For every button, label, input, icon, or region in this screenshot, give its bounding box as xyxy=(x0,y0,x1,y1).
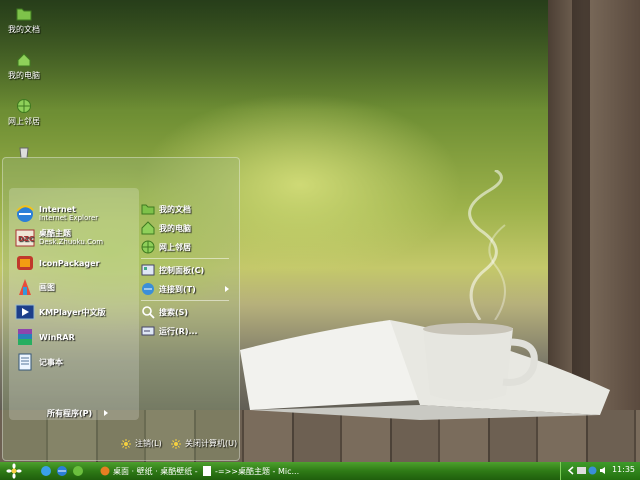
menu-item-title: WinRAR xyxy=(39,332,75,342)
desktop-icon-my-computer[interactable]: 我的电脑 xyxy=(0,52,54,81)
kmplayer-icon xyxy=(15,304,35,320)
start-button[interactable] xyxy=(4,463,24,479)
winrar-icon xyxy=(18,329,32,345)
menu-item-label: 控制面板(C) xyxy=(159,265,205,275)
all-programs-label: 所有程序(P) xyxy=(47,409,93,418)
steam-image xyxy=(468,170,506,320)
all-programs-arrow-icon xyxy=(104,410,108,416)
menu-item-network[interactable]: 网上邻居 xyxy=(141,240,191,254)
run-icon xyxy=(141,326,155,336)
menu-item-title: 桌酷主题 xyxy=(39,229,71,238)
menu-item-my-computer[interactable]: 我的电脑 xyxy=(141,221,191,235)
shutdown-icon xyxy=(171,438,181,449)
shutdown-label: 关闭计算机(U) xyxy=(185,439,238,448)
menu-item-title: 画图 xyxy=(39,282,55,292)
menu-item-internet[interactable]: Internet Internet Explorer xyxy=(15,204,98,224)
menu-item-run[interactable]: 运行(R)... xyxy=(141,324,198,338)
menu-item-subtitle: Desk.Zhuoku.Com xyxy=(39,238,104,246)
menu-item-iconpackager[interactable]: IconPackager xyxy=(15,253,100,273)
taskbar-button-browser[interactable]: 桌面 · 壁纸 · 桌酷壁纸 - Mic... xyxy=(100,463,198,479)
internet-explorer-icon[interactable] xyxy=(56,465,68,477)
menu-item-paint[interactable]: 画图 xyxy=(15,277,55,297)
folder-icon xyxy=(16,8,32,21)
internet-explorer-icon xyxy=(16,205,34,222)
taskbar: 桌面 · 壁纸 · 桌酷壁纸 - Mic... -=>>桌酷主题 - Mic..… xyxy=(0,462,640,480)
document-icon xyxy=(203,466,211,476)
menu-item-title: 记事本 xyxy=(39,357,63,367)
system-tray: 11:35 xyxy=(560,462,640,480)
menu-item-kmplayer[interactable]: KMPlayer中文版 xyxy=(15,302,106,322)
search-icon xyxy=(142,306,155,319)
connect-icon xyxy=(142,283,154,295)
menu-item-label: 连接到(T) xyxy=(159,284,196,294)
logoff-icon xyxy=(121,438,131,449)
volume-icon[interactable] xyxy=(599,466,608,475)
menu-item-zhuoku-theme[interactable]: DZC 桌酷主题 Desk.Zhuoku.Com xyxy=(15,228,103,248)
logoff-label: 注销(L) xyxy=(135,439,162,448)
shutdown-button[interactable]: 关闭计算机(U) xyxy=(171,438,237,449)
show-desktop-icon[interactable] xyxy=(40,465,52,477)
menu-item-title: KMPlayer中文版 xyxy=(39,307,106,317)
network-icon xyxy=(17,99,31,113)
menu-item-label: 我的文档 xyxy=(159,204,191,214)
desktop-icon-my-documents[interactable]: 我的文档 xyxy=(0,6,54,35)
desktop-icon-label: 我的电脑 xyxy=(8,71,40,80)
computer-icon xyxy=(141,221,155,235)
media-icon[interactable] xyxy=(72,465,84,477)
computer-icon xyxy=(17,53,31,67)
menu-separator xyxy=(141,258,229,259)
messenger-icon[interactable] xyxy=(588,466,597,475)
menu-item-control-panel[interactable]: 控制面板(C) xyxy=(141,263,204,277)
desktop-icon-label: 网上邻居 xyxy=(8,117,40,126)
menu-item-label: 搜索(S) xyxy=(159,307,189,317)
menu-item-label: 我的电脑 xyxy=(159,223,191,233)
theme-icon: DZC xyxy=(15,229,35,247)
network-status-icon[interactable] xyxy=(577,466,586,475)
menu-item-title: IconPackager xyxy=(39,258,100,268)
all-programs-button[interactable]: 所有程序(P) xyxy=(47,408,92,419)
svg-text:DZC: DZC xyxy=(18,235,34,243)
taskbar-button-label: 桌面 · 壁纸 · 桌酷壁纸 - Mic... xyxy=(113,466,198,476)
menu-item-notepad[interactable]: 记事本 xyxy=(15,352,63,372)
menu-item-subtitle: Internet Explorer xyxy=(39,214,99,222)
folder-icon xyxy=(141,204,155,215)
menu-item-connect-to[interactable]: 连接到(T) xyxy=(141,282,196,296)
notepad-icon xyxy=(18,353,32,371)
menu-separator xyxy=(141,300,229,301)
clock[interactable]: 11:35 xyxy=(612,465,635,474)
menu-item-label: 运行(R)... xyxy=(159,326,198,336)
tray-arrow-icon[interactable] xyxy=(567,466,576,475)
control-panel-icon xyxy=(141,264,155,276)
logoff-button[interactable]: 注销(L) xyxy=(121,438,162,449)
iconpackager-icon xyxy=(17,256,33,270)
menu-item-label: 网上邻居 xyxy=(159,242,191,252)
network-icon xyxy=(141,240,155,254)
menu-item-search[interactable]: 搜索(S) xyxy=(141,305,188,319)
desktop-icon-network[interactable]: 网上邻居 xyxy=(0,98,54,127)
browser-icon xyxy=(100,466,110,476)
menu-item-title: Internet xyxy=(39,205,76,214)
taskbar-button-label: -=>>桌酷主题 - Mic... xyxy=(215,466,300,476)
submenu-arrow-icon xyxy=(225,286,229,292)
menu-item-my-documents[interactable]: 我的文档 xyxy=(141,202,191,216)
menu-item-winrar[interactable]: WinRAR xyxy=(15,327,75,347)
paint-icon xyxy=(19,279,31,295)
desktop-icon-label: 我的文档 xyxy=(8,25,40,34)
wallpaper-shade xyxy=(0,0,640,110)
taskbar-button-theme[interactable]: -=>>桌酷主题 - Mic... xyxy=(202,463,302,479)
coffee-cup-image xyxy=(423,323,538,402)
start-menu: Internet Internet Explorer DZC 桌酷主题 Desk.Z… xyxy=(2,157,240,461)
